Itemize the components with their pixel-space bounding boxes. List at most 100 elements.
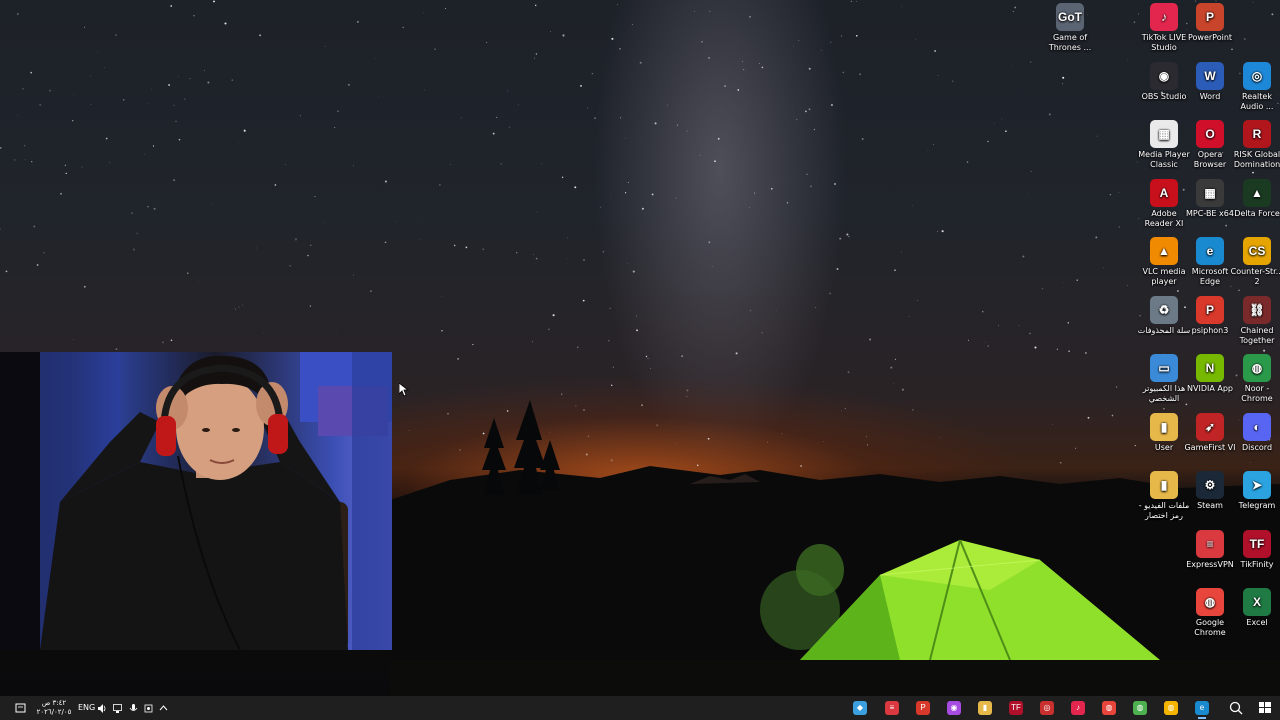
user-icon: ▮ [1150,412,1178,441]
nvidia-app-icon: N [1196,354,1224,382]
desktop-icon-microsoft-edge[interactable]: e Microsoft Edge [1183,237,1237,287]
recycle-bin-icon: ♻ [1150,295,1178,324]
taskbar-app-app-1[interactable]: ◆ [852,696,868,720]
desktop-icon-opera-browser[interactable]: O Opera Browser [1183,120,1237,170]
desktop-icon-tikfinity[interactable]: TF TikFinity [1230,529,1280,570]
clock-time: ٣:٤٢ ص [41,699,67,707]
taskbar-app-tiktok[interactable]: ♪ [1070,696,1086,720]
delta-force-icon: ▲ [1243,178,1271,207]
tikfinity-icon: TF [1009,701,1023,715]
counter-strike-2-icon: CS [1243,237,1271,265]
webcam-overlay [0,352,392,650]
recorder-icon: ◎ [1040,701,1054,715]
clock[interactable]: ٣:٤٢ ص ٢٠٢٦/٠٢/٠٥ [34,699,74,717]
taskbar-app-psiphon[interactable]: P [915,696,931,720]
desktop-icon-counter-strike-2[interactable]: CS Counter-Str... 2 [1230,237,1280,287]
gamefirst-icon: ➶ [1196,412,1224,441]
taskbar: ٣:٤٢ ص ٢٠٢٦/٠٢/٠٥ ENG ◆ ≡ P ◉ ▮ TF ◎ ♪ ◍ ◍ ◍ e [0,696,1280,720]
chained-together-icon: ⛓ [1243,295,1271,324]
desktop-icon-mpc-be[interactable]: ▦ MPC-BE x64 [1183,178,1237,219]
taskbar-app-chrome-2[interactable]: ◍ [1132,696,1148,720]
desktop-icon-powerpoint[interactable]: P PowerPoint [1183,3,1237,43]
start-button-icon[interactable] [1257,696,1273,720]
desktop-icon-label: Noor - Chrome [1241,384,1273,403]
desktop-icon-label: Google Chrome [1194,618,1226,637]
network-icon[interactable] [113,704,122,713]
risk-global-domination-icon: R [1243,120,1271,148]
chrome-icon: ◍ [1102,701,1116,715]
adobe-reader-icon: A [1150,178,1178,207]
desktop-icon-google-chrome[interactable]: ◍ Google Chrome [1183,588,1237,638]
desktop-wallpaper: GoT Game of Thrones ... ♪ TikTok LIVE Studi… [0,0,1280,720]
taskbar-app-file-explorer[interactable]: ▮ [977,696,993,720]
excel-icon: X [1243,588,1271,616]
desktop-icon-label: ExpressVPN [1186,559,1234,569]
desktop-icon-label: Telegram [1238,501,1276,510]
desktop-icon-word[interactable]: W Word [1183,61,1237,102]
desktop-icon-telegram[interactable]: ➤ Telegram [1230,471,1280,511]
desktop-icon-game-of-thrones[interactable]: GoT Game of Thrones ... [1043,3,1097,53]
chrome-3-icon: ◍ [1164,701,1178,715]
taskbar-app-tikfinity[interactable]: TF [1008,696,1024,720]
opera-browser-icon: O [1196,120,1224,148]
taskbar-app-recorder[interactable]: ◎ [1039,696,1055,720]
volume-icon[interactable] [97,704,106,713]
desktop-icon-excel[interactable]: X Excel [1230,588,1280,628]
media-player-classic-icon: ▦ [1150,120,1178,148]
telegram-icon: ➤ [1243,471,1271,499]
microsoft-edge-icon: e [1196,237,1224,265]
mouse-cursor-icon [399,383,409,397]
google-chrome-icon: ◍ [1196,588,1224,616]
desktop-icon-label: MPC-BE x64 [1186,208,1234,218]
desktop-icon-delta-force[interactable]: ▲ Delta Force [1230,178,1280,219]
desktop-icon-psiphon3[interactable]: Ppsiphon3 [1183,295,1237,336]
taskbar-app-chrome[interactable]: ◍ [1101,696,1117,720]
desktop-icon-label: Steam [1197,501,1223,510]
steam-icon: ⚙ [1196,471,1224,499]
app-1-icon: ◆ [853,701,867,715]
desktop-icon-label: Counter-Str... 2 [1230,267,1280,286]
file-explorer-icon: ▮ [978,701,992,715]
powerpoint-icon: P [1196,3,1224,31]
desktop-icon-realtek-audio[interactable]: ◎ Realtek Audio ... [1230,61,1280,112]
noor-chrome-icon: ◍ [1243,354,1271,382]
desktop-icon-risk-global-domination[interactable]: R RISK Global Domination [1230,120,1280,170]
taskbar-app-chrome-3[interactable]: ◍ [1163,696,1179,720]
search-icon[interactable] [1228,696,1244,720]
tikfinity-icon: TF [1243,529,1271,558]
device-icon[interactable] [144,704,153,713]
this-pc-icon: ▭ [1150,354,1178,382]
language-indicator[interactable]: ENG [78,703,95,712]
word-icon: W [1196,61,1224,90]
desktop-icon-steam[interactable]: ⚙ Steam [1183,471,1237,511]
tiktok-icon: ♪ [1071,701,1085,715]
game-of-thrones-icon: GoT [1056,3,1084,31]
desktop-icon-label: RISK Global Domination [1233,150,1280,169]
desktop-icon-nvidia-app[interactable]: N NVIDIA App [1183,354,1237,394]
vlc-icon: ▲ [1150,237,1178,265]
desktop-icon-discord[interactable]: ◐ Discord [1230,412,1280,453]
desktop-icon-noor-chrome[interactable]: ◍ Noor - Chrome [1230,354,1280,404]
desktop-icon-label: Excel [1246,618,1268,627]
chevron-up-icon[interactable] [159,704,168,713]
edge-icon: e [1195,701,1209,715]
desktop-icon-label: Word [1199,91,1221,101]
desktop-icon-label: Opera Browser [1193,150,1227,169]
taskbar-app-messenger[interactable]: ◉ [946,696,962,720]
desktop-icon-label: Discord [1241,442,1273,452]
clock-date: ٢٠٢٦/٠٢/٠٥ [36,708,72,716]
tiktok-live-studio-icon: ♪ [1150,3,1178,31]
notification-icon[interactable] [15,703,26,713]
taskbar-app-edge[interactable]: e [1194,696,1210,720]
realtek-audio-icon: ◎ [1243,61,1271,90]
taskbar-app-expressvpn[interactable]: ≡ [884,696,900,720]
desktop-icon-expressvpn[interactable]: ≡ ExpressVPN [1183,529,1237,570]
desktop-icon-label: GameFirst VI [1184,442,1236,452]
desktop-icon-chained-together[interactable]: ⛓ Chained Together [1230,295,1280,346]
chrome-2-icon: ◍ [1133,701,1147,715]
microphone-icon[interactable] [129,704,138,713]
active-indicator [1198,717,1206,719]
desktop-icon-gamefirst[interactable]: ➶ GameFirst VI [1183,412,1237,453]
desktop-icon-label: Game of Thrones ... [1048,33,1092,52]
desktop-icon-label: Realtek Audio ... [1240,91,1274,111]
